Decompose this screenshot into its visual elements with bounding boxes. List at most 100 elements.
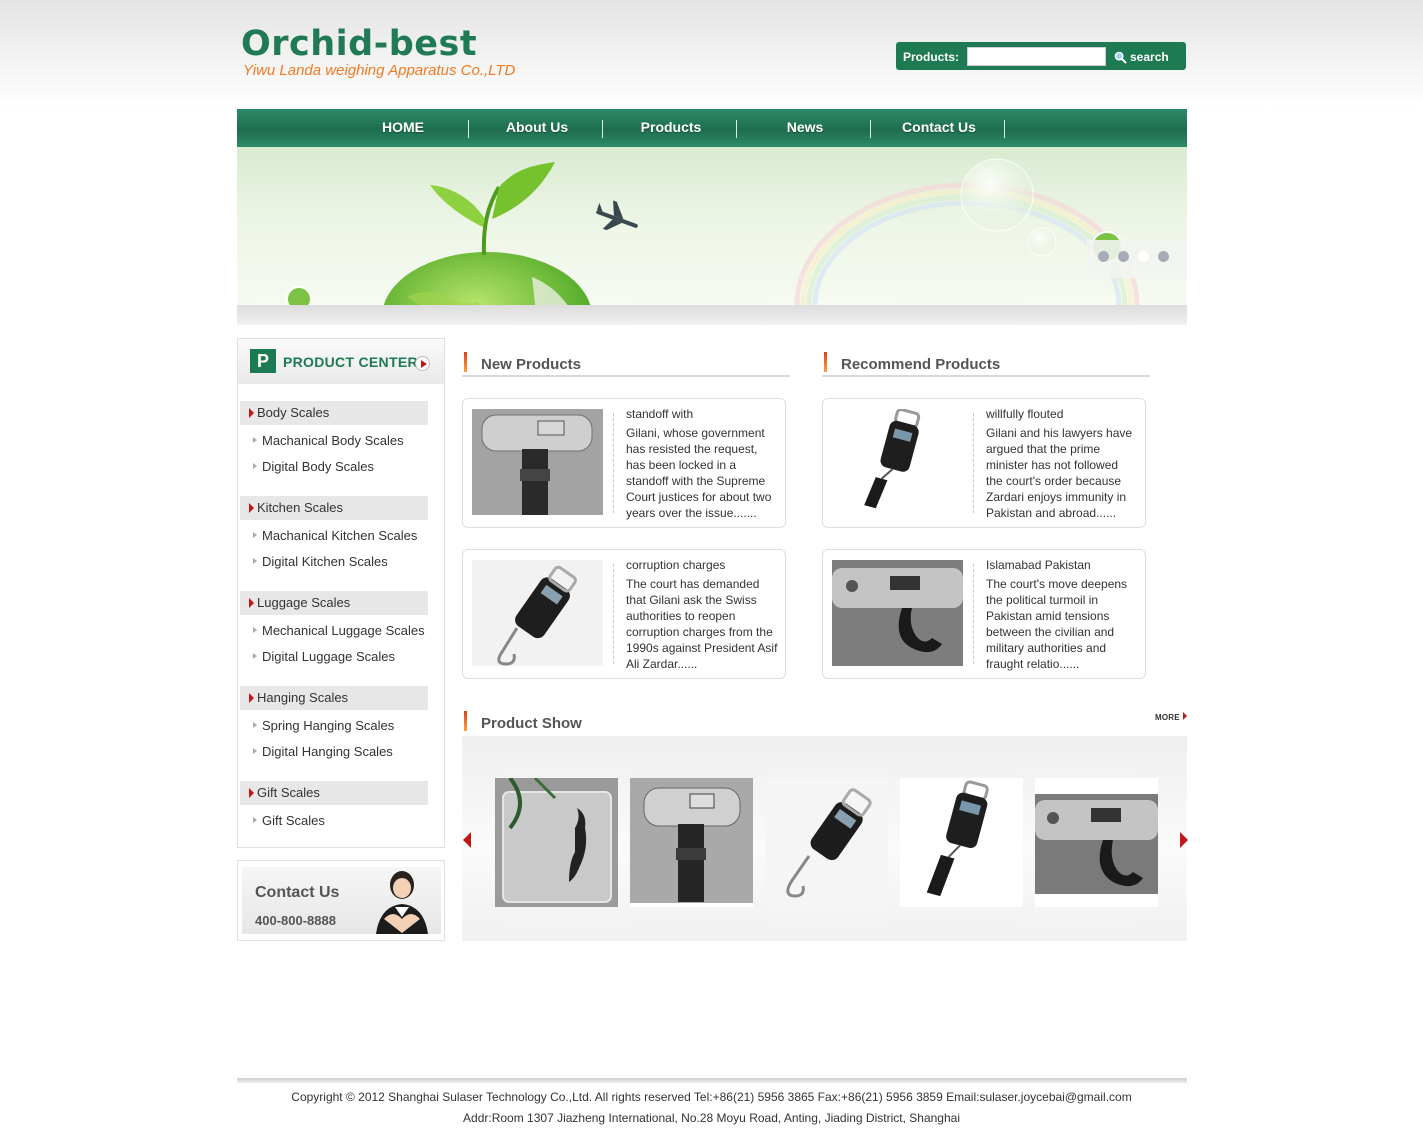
product-card-title[interactable]: standoff with — [626, 407, 693, 421]
card-divider — [613, 564, 614, 664]
nav-about-us[interactable]: About Us — [487, 109, 587, 147]
subcategory-mechanical-luggage-scales[interactable]: Mechanical Luggage Scales — [253, 623, 425, 638]
more-link[interactable]: MORE — [1155, 712, 1187, 722]
product-center-sidebar: P PRODUCT CENTER Body Scales Machanical … — [237, 338, 445, 848]
sidebar-more-arrow-icon[interactable] — [415, 356, 430, 371]
product-image[interactable] — [472, 409, 603, 515]
product-card-text: The court has demanded that Gilani ask t… — [626, 577, 778, 671]
card-divider — [973, 413, 974, 513]
recommend-products-header: Recommend Products — [822, 345, 1150, 377]
carousel-next-arrow-icon[interactable] — [1179, 832, 1189, 848]
nav-divider — [1004, 120, 1005, 138]
luggage-scale-image — [472, 409, 603, 515]
hanging-scale-image — [765, 778, 888, 907]
product-card-title[interactable]: willfully flouted — [986, 407, 1063, 421]
subcategory-digital-luggage-scales[interactable]: Digital Luggage Scales — [253, 649, 395, 664]
contact-us-box[interactable]: Contact Us 400-800-8888 — [237, 860, 445, 941]
product-show-item[interactable] — [495, 778, 618, 907]
hanging-scale-image — [832, 409, 963, 515]
product-show-header: Product Show — [462, 704, 612, 736]
category-luggage-scales[interactable]: Luggage Scales — [240, 591, 428, 615]
product-show-item[interactable] — [1035, 778, 1158, 907]
main-nav: HOME About Us Products News Contact Us — [237, 109, 1187, 147]
subcategory-machanical-body-scales[interactable]: Machanical Body Scales — [253, 433, 404, 448]
banner-dot-2[interactable] — [1118, 251, 1129, 262]
category-body-scales[interactable]: Body Scales — [240, 401, 428, 425]
product-card[interactable]: Islamabad Pakistan The court's move deep… — [822, 549, 1146, 679]
banner-dot-3[interactable] — [1138, 251, 1149, 262]
subcategory-machanical-kitchen-scales[interactable]: Machanical Kitchen Scales — [252, 528, 417, 543]
recommend-products-title: Recommend Products — [841, 356, 1001, 373]
luggage-scale-image — [1035, 778, 1158, 907]
nav-contact-us[interactable]: Contact Us — [889, 109, 989, 147]
product-card-title[interactable]: Islamabad Pakistan — [986, 558, 1091, 572]
subcategory-spring-hanging-scales[interactable]: Spring Hanging Scales — [252, 718, 394, 733]
sidebar-header: P PRODUCT CENTER — [238, 339, 444, 384]
banner-pagination — [1098, 251, 1169, 262]
product-center-icon: P — [250, 349, 276, 373]
luggage-scale-image — [630, 778, 753, 907]
logo-subtitle: Yiwu Landa weighing Apparatus Co.,LTD — [243, 62, 516, 79]
header-background — [0, 0, 1423, 108]
card-divider — [613, 413, 614, 513]
footer-address: Addr:Room 1307 Jiazheng International, N… — [463, 1111, 960, 1125]
product-show-item[interactable] — [765, 778, 888, 907]
product-search-bar: Products: search — [896, 42, 1186, 70]
product-show-title: Product Show — [481, 715, 582, 732]
new-products-title: New Products — [481, 356, 582, 373]
search-button[interactable]: search — [1114, 48, 1182, 66]
search-icon — [1114, 51, 1127, 64]
nav-divider — [602, 120, 603, 138]
product-show-carousel — [462, 736, 1189, 941]
nav-news[interactable]: News — [755, 109, 855, 147]
hanging-scale-image — [900, 778, 1023, 907]
section-marker — [464, 711, 467, 731]
subcategory-digital-hanging-scales[interactable]: Digital Hanging Scales — [253, 744, 393, 759]
footer-copyright: Copyright © 2012 Shanghai Sulaser Techno… — [291, 1090, 1132, 1104]
nav-products[interactable]: Products — [621, 109, 721, 147]
sidebar-title: PRODUCT CENTER — [283, 354, 418, 370]
section-marker — [464, 352, 467, 372]
product-image[interactable] — [832, 560, 963, 666]
subcategory-digital-body-scales[interactable]: Digital Body Scales — [253, 459, 374, 474]
card-divider — [973, 564, 974, 664]
nav-home[interactable]: HOME — [353, 109, 453, 147]
category-gift-scales[interactable]: Gift Scales — [240, 781, 428, 805]
search-button-label: search — [1130, 50, 1169, 64]
hanging-scale-image — [472, 560, 603, 666]
logo-title[interactable]: Orchid-best — [241, 24, 477, 64]
search-input[interactable] — [967, 47, 1106, 66]
carousel-prev-arrow-icon[interactable] — [462, 832, 472, 848]
nav-divider — [736, 120, 737, 138]
banner-illustration — [286, 158, 1187, 305]
section-marker — [824, 352, 827, 372]
contact-us-banner: Contact Us 400-800-8888 — [242, 867, 441, 934]
body-scale-image — [495, 778, 618, 907]
product-image[interactable] — [832, 409, 963, 515]
product-image[interactable] — [472, 560, 603, 666]
banner-dot-4[interactable] — [1158, 251, 1169, 262]
banner-slideshow[interactable] — [237, 147, 1187, 305]
nav-divider — [468, 120, 469, 138]
category-hanging-scales[interactable]: Hanging Scales — [240, 686, 428, 710]
support-agent-image — [376, 871, 428, 934]
subcategory-gift-scales[interactable]: Gift Scales — [253, 813, 325, 828]
product-card[interactable]: willfully flouted Gilani and his lawyers… — [822, 398, 1146, 528]
product-card-title[interactable]: corruption charges — [626, 558, 725, 572]
banner-shadow — [237, 305, 1187, 325]
product-show-item[interactable] — [900, 778, 1023, 907]
subcategory-digital-kitchen-scales[interactable]: Digital Kitchen Scales — [253, 554, 388, 569]
product-card[interactable]: corruption charges The court has demande… — [462, 549, 786, 679]
contact-phone: 400-800-8888 — [255, 913, 336, 928]
new-products-header: New Products — [462, 345, 790, 377]
product-card-text: Gilani, whose government has resisted th… — [626, 426, 772, 520]
category-kitchen-scales[interactable]: Kitchen Scales — [240, 496, 428, 520]
product-card-text: The court's move deepens the political t… — [986, 577, 1128, 671]
product-show-item[interactable] — [630, 778, 753, 907]
nav-divider — [870, 120, 871, 138]
luggage-scale-image — [832, 560, 963, 666]
product-card-text: Gilani and his lawyers have argued that … — [986, 426, 1133, 520]
contact-title: Contact Us — [255, 884, 340, 901]
product-card[interactable]: standoff with Gilani, whose government h… — [462, 398, 786, 528]
banner-dot-1[interactable] — [1098, 251, 1109, 262]
